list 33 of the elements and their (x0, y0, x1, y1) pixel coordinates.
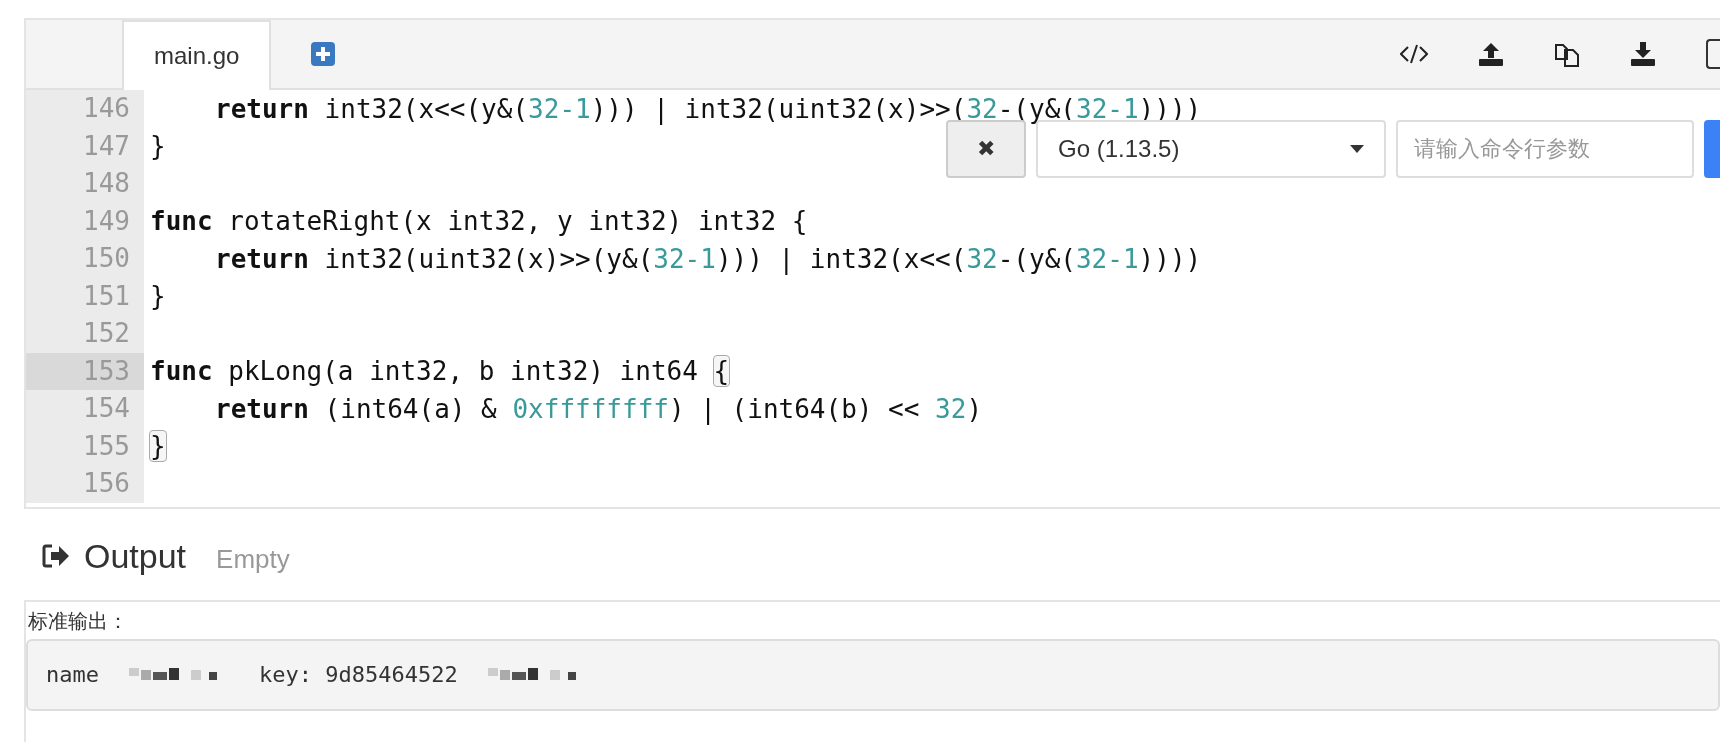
code-icon[interactable] (1400, 43, 1428, 65)
output-text: name (46, 662, 99, 687)
file-tab[interactable]: main.go (122, 20, 272, 90)
code-line: func rotateRight(x int32, y int32) int32 { (149, 206, 808, 237)
code-line: return (int64(a) & 0xffffffff) | (int64(b) << 32) (214, 393, 983, 424)
code-line: } (149, 131, 166, 162)
line-number: 146 (26, 90, 144, 128)
line-number: 156 (26, 465, 144, 503)
download-icon[interactable] (1630, 42, 1656, 66)
upload-icon[interactable] (1478, 42, 1504, 66)
line-number: 154 (26, 390, 144, 428)
output-text: key: 9d85464522 (259, 662, 458, 687)
line-number: 155 (26, 427, 144, 465)
code-line: func pkLong(a int32, b int32) int64 { (149, 356, 730, 387)
caret-icon (1350, 145, 1364, 153)
line-number: 152 (26, 315, 144, 353)
copy-icon[interactable] (1554, 41, 1580, 67)
code-line: } (149, 281, 166, 312)
output-status: Empty (216, 543, 290, 575)
output-title: Output (84, 536, 187, 576)
add-file-icon[interactable] (311, 42, 336, 66)
line-number: 153 (26, 352, 144, 390)
arguments-field[interactable]: 请输入命令行参数 (1396, 120, 1694, 178)
toolbar-button[interactable] (1706, 39, 1720, 69)
close-button[interactable]: ✖ (946, 120, 1026, 178)
line-number: 147 (26, 127, 144, 165)
line-number: 148 (26, 165, 144, 203)
line-number: 151 (26, 277, 144, 315)
output-icon (42, 543, 70, 569)
code-line: return int32(uint32(x)>>(y&(32-1))) | int32(x<<(32-(y&(32-1)))) (214, 243, 1202, 274)
line-number: 150 (26, 240, 144, 278)
line-number: 149 (26, 202, 144, 240)
stdout-label: 标准输出： (27, 607, 129, 635)
